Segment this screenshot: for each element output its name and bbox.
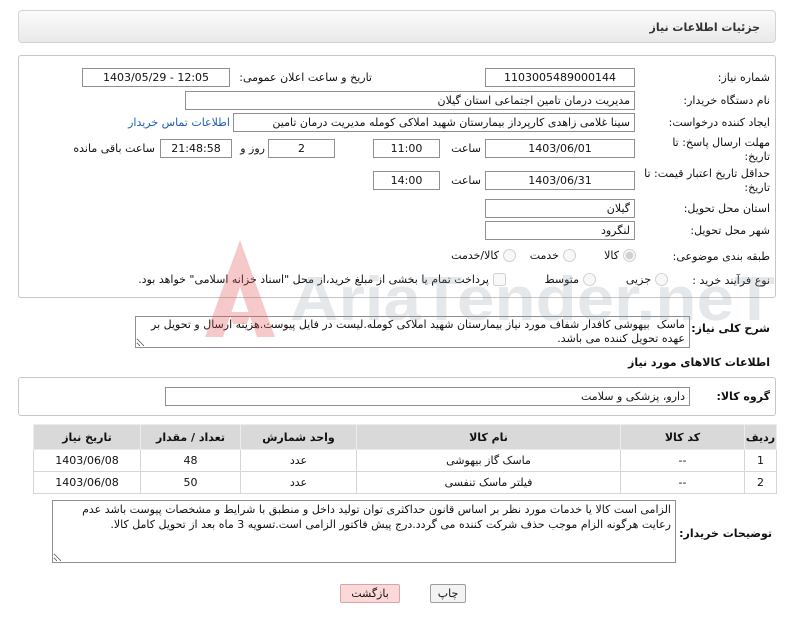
process-option-label: متوسط	[544, 273, 579, 286]
category-option-service[interactable]: خدمت	[530, 248, 576, 263]
cell-quantity: 48	[140, 449, 241, 472]
need-number-field[interactable]	[485, 68, 635, 87]
category-label: طبقه بندی موضوعی:	[672, 250, 770, 263]
announce-datetime-field[interactable]	[82, 68, 230, 87]
buyer-org-label: نام دستگاه خریدار:	[683, 94, 770, 107]
cell-need-date: 1403/06/08	[33, 449, 141, 472]
delivery-city-label: شهر محل تحویل:	[690, 224, 770, 237]
category-option-goods[interactable]: کالا	[604, 248, 636, 263]
page-header: جزئیات اطلاعات نیاز	[18, 10, 776, 43]
time-remaining-label: ساعت باقی مانده	[73, 142, 155, 155]
price-validity-date-field[interactable]	[485, 171, 635, 190]
category-radio-goods[interactable]	[623, 249, 636, 262]
category-option-label: کالا/خدمت	[451, 249, 499, 262]
col-header-row-number: ردیف	[744, 424, 777, 450]
deadline-label: مهلت ارسال پاسخ: تا تاریخ:	[672, 136, 770, 164]
print-button[interactable]: چاپ	[430, 584, 466, 603]
deadline-date-field[interactable]	[485, 139, 635, 158]
delivery-city-field[interactable]	[485, 221, 635, 240]
treasury-payment-option[interactable]: پرداخت تمام یا بخشی از مبلغ خرید،از محل …	[138, 272, 506, 287]
col-header-unit: واحد شمارش	[240, 424, 357, 450]
need-number-label: شماره نیاز:	[717, 71, 770, 84]
description-textarea[interactable]: ماسک بیهوشی کافدار شفاف مورد نیاز بیمارس…	[135, 316, 690, 348]
process-option-medium[interactable]: متوسط	[544, 272, 596, 287]
price-validity-label: حداقل تاریخ اعتبار قیمت: تا تاریخ:	[644, 167, 770, 195]
purchase-process-label: نوع فرآیند خرید :	[692, 274, 770, 287]
table-row: 1 -- ماسک گاز بیهوشی عدد 48 1403/06/08	[33, 449, 777, 472]
table-header-row: ردیف کد کالا نام کالا واحد شمارش تعداد /…	[33, 424, 777, 450]
buyer-notes-label: توضیحات خریدار:	[679, 527, 772, 540]
category-radio-goods-service[interactable]	[503, 249, 516, 262]
creator-label: ایجاد کننده درخواست:	[668, 116, 770, 129]
category-option-label: خدمت	[529, 249, 559, 262]
cell-name: ماسک گاز بیهوشی	[356, 449, 621, 472]
page-title: جزئیات اطلاعات نیاز	[649, 21, 761, 34]
time-remaining-field[interactable]	[160, 139, 232, 158]
goods-table: ردیف کد کالا نام کالا واحد شمارش تعداد /…	[33, 424, 777, 494]
process-radio-medium[interactable]	[583, 273, 596, 286]
process-option-label: جزیی	[625, 273, 651, 286]
cell-row-number: 2	[744, 471, 777, 494]
delivery-province-label: استان محل تحویل:	[683, 202, 770, 215]
goods-group-field[interactable]	[165, 387, 690, 406]
cell-code: --	[620, 471, 745, 494]
back-button[interactable]: بازگشت	[340, 584, 400, 603]
days-remaining-field[interactable]	[268, 139, 335, 158]
buyer-org-field[interactable]	[185, 91, 635, 110]
category-option-label: کالا	[604, 249, 619, 262]
col-header-quantity: تعداد / مقدار	[140, 424, 241, 450]
category-radio-service[interactable]	[563, 249, 576, 262]
price-validity-label-line1: حداقل تاریخ اعتبار قیمت: تا	[644, 167, 770, 180]
cell-code: --	[620, 449, 745, 472]
days-label: روز و	[240, 142, 265, 155]
price-validity-label-line2: تاریخ:	[744, 181, 770, 194]
description-label: شرح کلی نیاز:	[691, 322, 770, 335]
deadline-time-label: ساعت	[451, 142, 481, 155]
treasury-payment-label: پرداخت تمام یا بخشی از مبلغ خرید،از محل …	[138, 273, 489, 286]
col-header-need-date: تاریخ نیاز	[33, 424, 141, 450]
buyer-contact-link[interactable]: اطلاعات تماس خریدار	[128, 115, 230, 130]
cell-need-date: 1403/06/08	[33, 471, 141, 494]
buyer-notes-textarea[interactable]: الزامی است کالا یا خدمات مورد نظر بر اسا…	[52, 500, 676, 563]
cell-unit: عدد	[240, 471, 357, 494]
cell-quantity: 50	[140, 471, 241, 494]
deadline-time-field[interactable]	[373, 139, 440, 158]
category-option-goods-service[interactable]: کالا/خدمت	[451, 248, 516, 263]
table-row: 2 -- فیلتر ماسک تنفسی عدد 50 1403/06/08	[33, 471, 777, 494]
goods-section-heading: اطلاعات کالاهای مورد نیاز	[628, 356, 770, 369]
col-header-name: نام کالا	[356, 424, 621, 450]
deadline-label-line1: مهلت ارسال پاسخ: تا	[672, 136, 770, 149]
process-option-minor[interactable]: جزیی	[626, 272, 668, 287]
price-validity-time-label: ساعت	[451, 174, 481, 187]
deadline-label-line2: تاریخ:	[744, 150, 770, 163]
price-validity-time-field[interactable]	[373, 171, 440, 190]
cell-unit: عدد	[240, 449, 357, 472]
creator-field[interactable]	[233, 113, 635, 132]
goods-group-label: گروه کالا:	[716, 390, 770, 403]
treasury-payment-checkbox[interactable]	[493, 273, 506, 286]
process-radio-minor[interactable]	[655, 273, 668, 286]
cell-name: فیلتر ماسک تنفسی	[356, 471, 621, 494]
delivery-province-field[interactable]	[485, 199, 635, 218]
cell-row-number: 1	[744, 449, 777, 472]
col-header-code: کد کالا	[620, 424, 745, 450]
announce-datetime-label: تاریخ و ساعت اعلان عمومی:	[239, 71, 372, 84]
